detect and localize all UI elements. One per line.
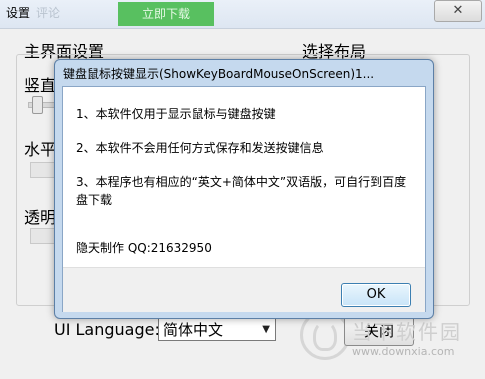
ui-language-select[interactable]: 简体中文 ▼ — [158, 317, 276, 341]
horizontal-label: 水平 — [24, 140, 57, 159]
ui-language-value: 简体中文 — [163, 321, 224, 339]
ui-language-label: UI Language: — [54, 320, 160, 339]
ghost-text: 评论 — [36, 6, 61, 20]
ok-button[interactable]: OK — [341, 283, 411, 307]
window-close-button[interactable]: ✕ — [434, 0, 482, 22]
message-line-2: 2、本软件不会用任何方式保存和发送按键信息 — [76, 141, 324, 155]
message-line-4: 盘下载 — [76, 193, 113, 207]
author-line: 隐天制作 QQ:21632950 — [76, 241, 212, 255]
vertical-label: 竖直 — [24, 76, 57, 95]
transparency-label: 透明 — [24, 208, 57, 227]
message-line-3: 3、本程序也有相应的“英文+简体中文”双语版，可自行到百度 — [76, 175, 407, 189]
message-line-1: 1、本软件仅用于显示鼠标与键盘按键 — [76, 107, 276, 121]
download-button[interactable]: 立即下载 — [118, 2, 214, 26]
dialog-title: 键盘鼠标按键显示(ShowKeyBoardMouseOnScreen)1... — [63, 67, 375, 81]
watermark-text: 当下软件园 — [352, 320, 462, 344]
settings-window-title: 设置 — [6, 6, 31, 20]
message-dialog: 键盘鼠标按键显示(ShowKeyBoardMouseOnScreen)1... … — [54, 59, 434, 319]
watermark-url: www.downxia.com — [352, 345, 455, 358]
vertical-slider-thumb[interactable] — [32, 96, 43, 114]
settings-titlebar: 设置 评论 立即下载 ✕ — [0, 0, 485, 29]
dialog-body: 1、本软件仅用于显示鼠标与键盘按键 2、本软件不会用任何方式保存和发送按键信息 … — [62, 86, 426, 312]
chevron-down-icon: ▼ — [262, 324, 270, 335]
